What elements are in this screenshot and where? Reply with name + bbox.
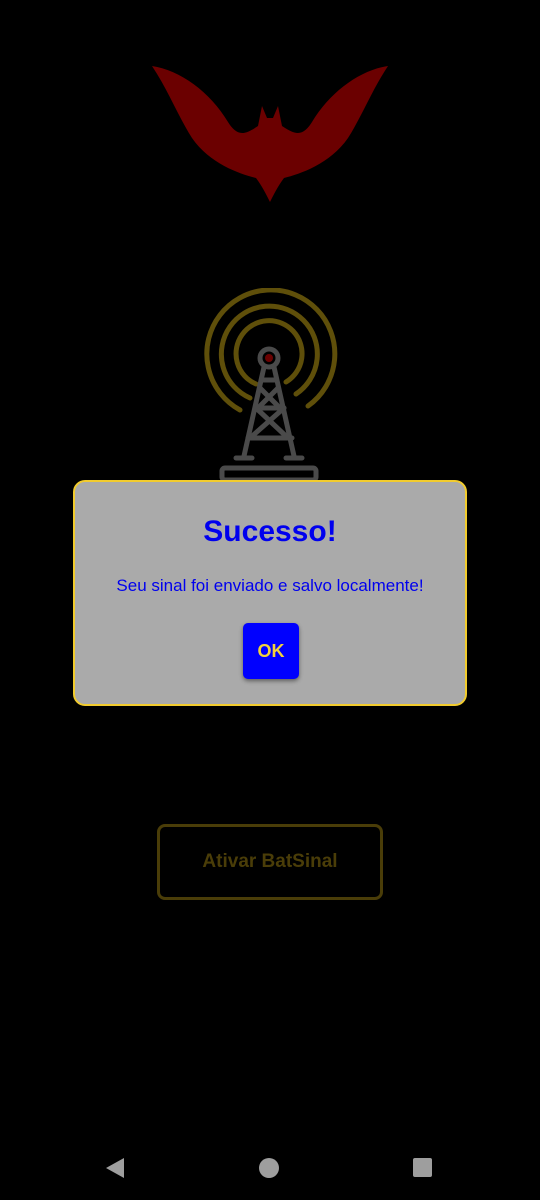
ok-button[interactable]: OK — [243, 623, 299, 679]
app-screen: Ativar BatSinal Sucesso! Seu sinal foi e… — [0, 0, 540, 1200]
dialog-title: Sucesso! — [203, 515, 337, 548]
back-triangle-icon[interactable] — [104, 1157, 126, 1179]
recents-square-icon[interactable] — [413, 1158, 432, 1177]
home-circle-icon[interactable] — [259, 1158, 279, 1178]
radio-tower-icon — [204, 288, 338, 483]
navigation-bar — [0, 1132, 540, 1200]
success-dialog: Sucesso! Seu sinal foi enviado e salvo l… — [73, 480, 467, 706]
dialog-message: Seu sinal foi enviado e salvo localmente… — [116, 576, 424, 595]
activate-batsinal-button[interactable]: Ativar BatSinal — [157, 824, 383, 900]
bat-logo-icon — [152, 66, 388, 202]
